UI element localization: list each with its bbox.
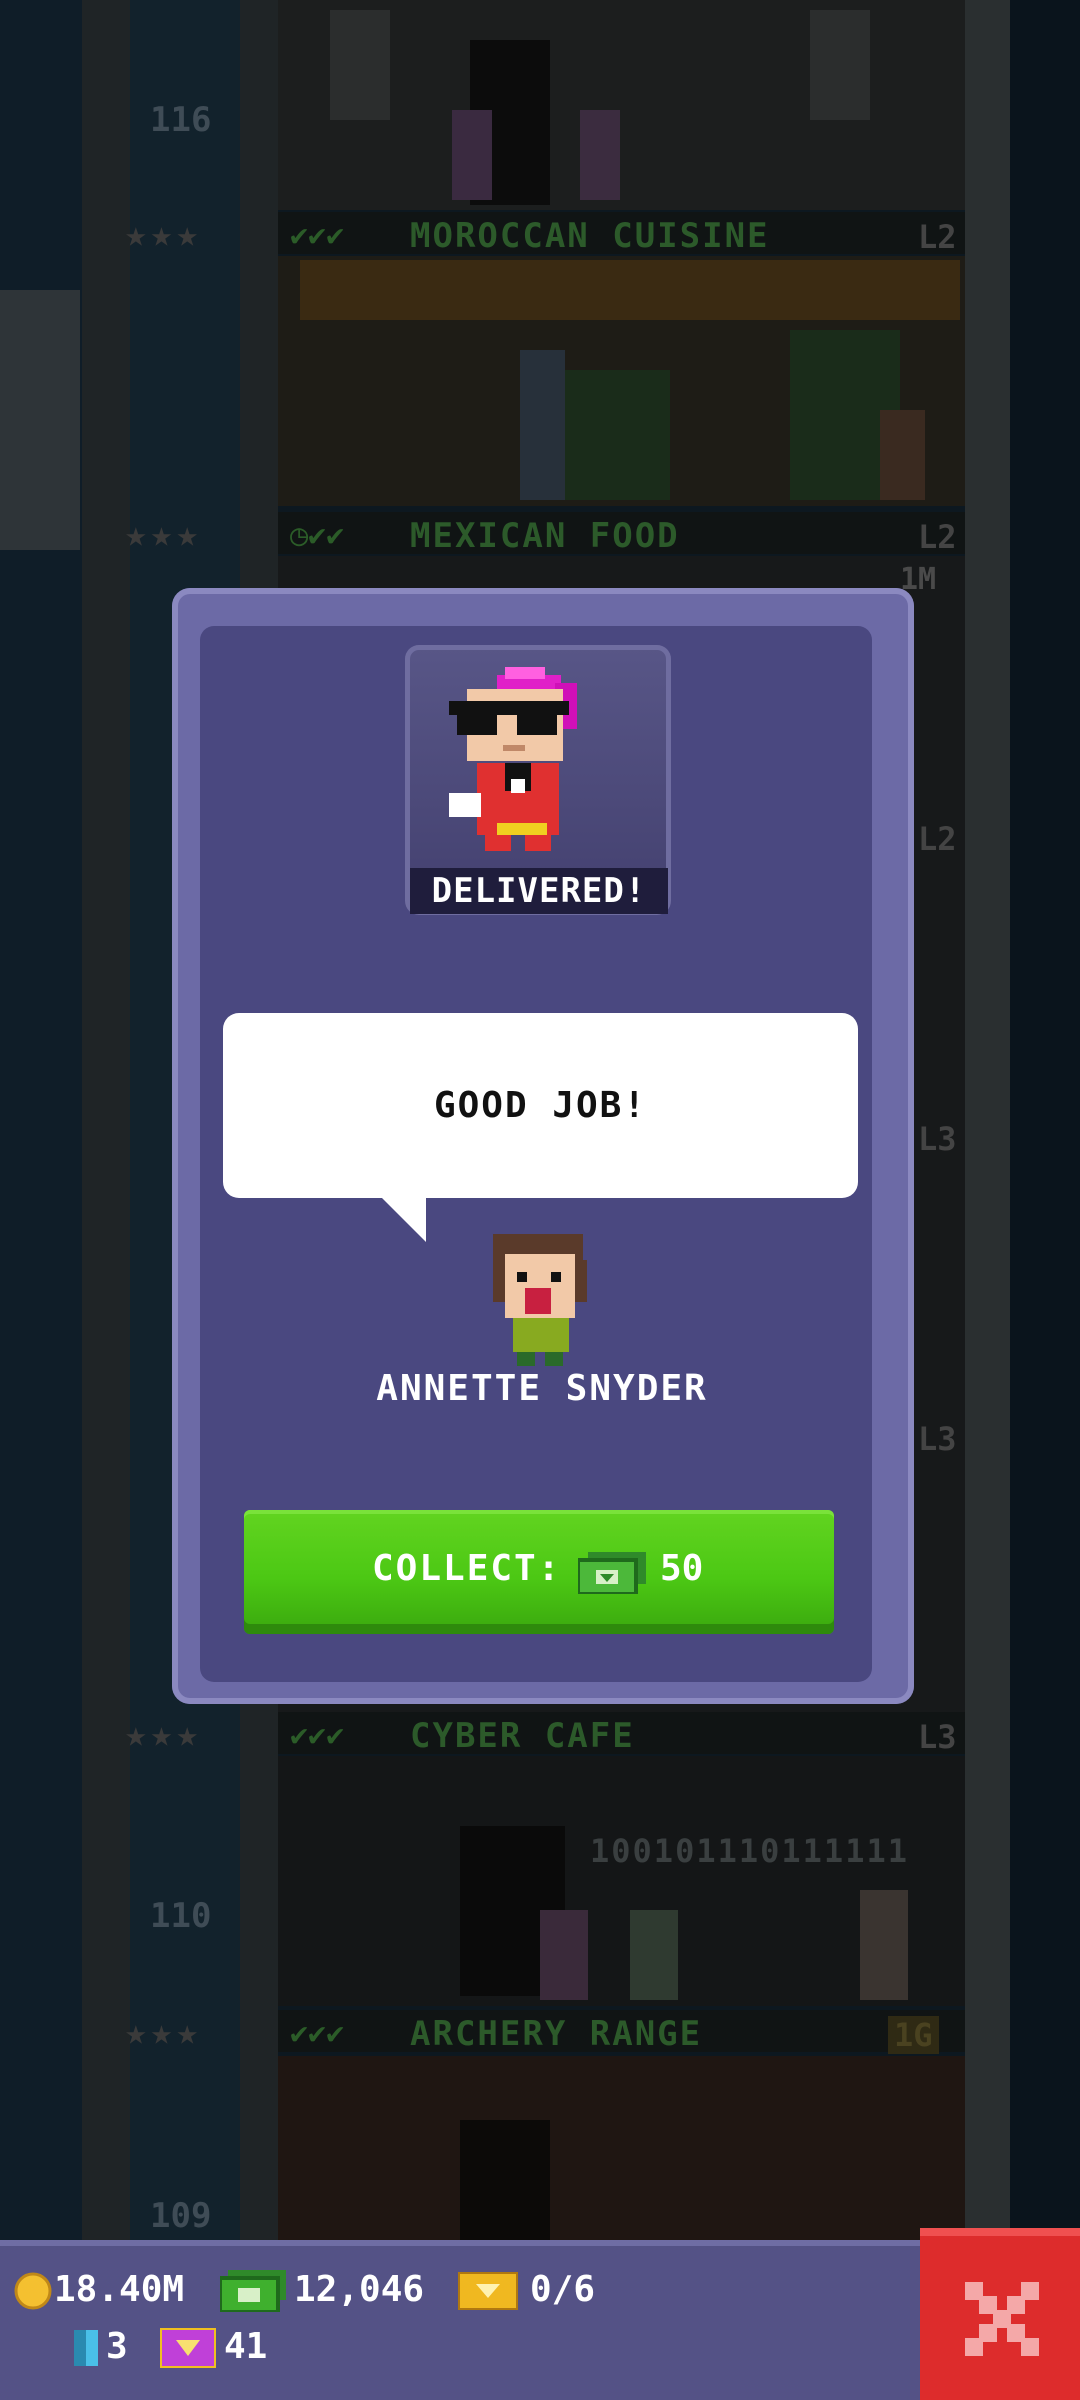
floor-level: L3 — [918, 1718, 957, 1756]
floor-level: L2 — [918, 218, 957, 256]
speech-bubble-tail — [380, 1196, 426, 1242]
floor-level: L3 — [918, 1420, 957, 1458]
key-icon — [74, 2330, 98, 2366]
floor-name: MEXICAN FOOD — [410, 516, 680, 556]
floor-level: L3 — [918, 1120, 957, 1158]
binary-decoration: 100101110111111 — [590, 1832, 909, 1870]
floor-checks: ✔✔✔ — [290, 218, 345, 253]
bux-icon — [220, 2270, 286, 2312]
tickets-count: 0/6 — [530, 2269, 596, 2310]
floor-stars: ★★★ — [125, 514, 203, 555]
delivered-status-label: DELIVERED! — [410, 868, 668, 914]
floor-name: MOROCCAN CUISINE — [410, 216, 770, 256]
cloud — [0, 290, 80, 550]
floor-number: 116 — [150, 100, 212, 140]
gifts-count: 41 — [224, 2326, 268, 2367]
collect-label: COLLECT: — [372, 1548, 562, 1589]
npc-sprite — [493, 1234, 587, 1366]
bitizen[interactable] — [580, 110, 620, 200]
speech-text: GOOD JOB! — [433, 1085, 648, 1126]
bitizen[interactable] — [540, 1910, 588, 2000]
floor-level: L2 — [918, 518, 957, 556]
keys-count: 3 — [106, 2326, 128, 2367]
close-icon — [965, 2282, 1039, 2356]
cash-icon — [578, 1552, 646, 1594]
golden-ticket-icon — [458, 2272, 518, 2310]
coins-count: 18.40M — [54, 2269, 185, 2310]
gift-icon — [160, 2328, 216, 2368]
floor-name: CYBER CAFE — [410, 1716, 635, 1756]
floor-level: 1G — [888, 2016, 939, 2054]
elevator-door — [460, 2120, 550, 2240]
bitizen[interactable] — [630, 1910, 678, 2000]
floor-name: ARCHERY RANGE — [410, 2014, 703, 2054]
collect-value: 50 — [660, 1548, 704, 1589]
bitizen[interactable] — [452, 110, 492, 200]
plant — [560, 370, 670, 500]
floor-checks: ◷✔✔ — [290, 518, 345, 553]
coin-icon — [14, 2272, 52, 2310]
bitizen[interactable] — [880, 410, 925, 500]
floor-number: 110 — [150, 1896, 212, 1936]
floor-room[interactable] — [278, 2056, 965, 2240]
bitizen[interactable] — [520, 350, 565, 500]
floor-checks: ✔✔✔ — [290, 2016, 345, 2051]
window-arch — [810, 10, 870, 120]
npc-name: ANNETTE SNYDER — [376, 1368, 708, 1409]
window-arch — [330, 10, 390, 120]
floor-level: L2 — [918, 820, 957, 858]
curtain — [300, 260, 960, 320]
floor-number: 109 — [150, 2196, 212, 2236]
status-bar — [0, 2240, 1080, 2400]
floor-stars: ★★★ — [125, 1714, 203, 1755]
tower-wall-right — [965, 0, 1010, 2240]
floor-checks: ✔✔✔ — [290, 1718, 345, 1753]
bux-count: 12,046 — [294, 2269, 425, 2310]
bitizen[interactable] — [860, 1890, 908, 2000]
floor-stars: ★★★ — [125, 2012, 203, 2053]
floor-stars: ★★★ — [125, 214, 203, 255]
